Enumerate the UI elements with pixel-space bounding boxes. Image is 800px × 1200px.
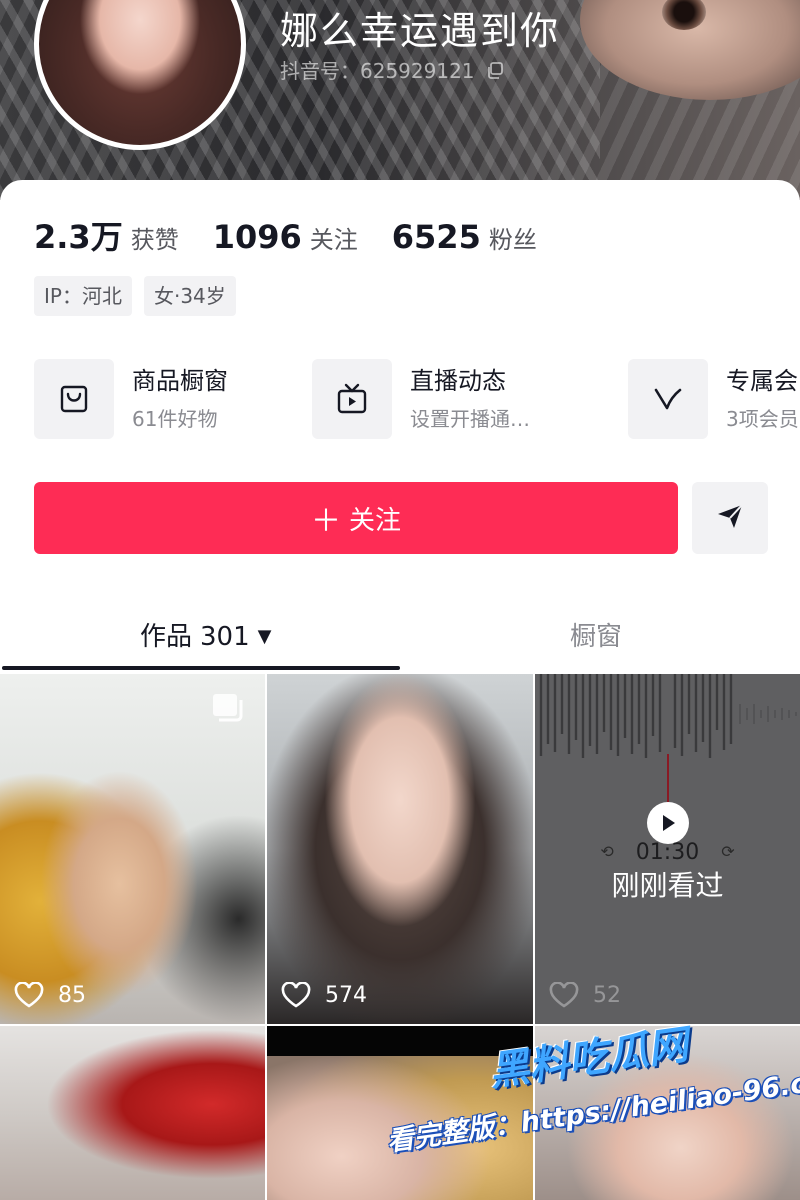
stat-followers-value: 6525 [391,218,481,256]
share-button[interactable] [692,482,768,554]
tv-live-icon [312,359,392,439]
profile-tags: IP：河北 女·34岁 [34,276,248,316]
stats-row: 2.3万 获赞 1096 关注 6525 粉丝 [34,212,571,258]
tab-window[interactable]: 橱窗 [570,616,622,653]
shopping-bag-icon [34,359,114,439]
video-likes-count: 574 [325,982,367,1008]
video-likes-count: 52 [593,982,621,1008]
video-item[interactable] [0,1026,265,1200]
video-duration: ⟲ 01:30 ⟳ [535,840,800,865]
douyin-id-value: 625929121 [360,59,475,83]
douyin-id[interactable]: 抖音号：625929121 [280,55,505,85]
tab-works[interactable]: 作品 301 ▼ [140,616,272,653]
heart-icon [14,982,44,1008]
rewind-icon[interactable]: ⟲ [600,842,613,861]
feature-membership-sub: 3项会员 [726,407,799,431]
video-item[interactable]: 85 [0,674,265,1024]
douyin-id-label: 抖音号： [280,59,360,83]
audio-waveform [539,674,797,758]
copy-icon[interactable] [485,60,505,85]
v-membership-icon [628,359,708,439]
stat-followers-label: 粉丝 [488,226,537,254]
tag-ip-location: IP：河北 [34,276,132,316]
video-likes: 85 [14,982,86,1008]
video-item[interactable]: 574 [267,674,533,1024]
caret-down-icon[interactable]: ▼ [258,626,272,647]
tab-works-count: 301 [200,622,250,652]
stat-likes-label: 获赞 [130,226,179,254]
feature-membership[interactable]: 专属会 3项会员 [628,358,799,440]
video-likes: 574 [281,982,367,1008]
stat-following-label: 关注 [309,226,358,254]
profile-banner: 娜么幸运遇到你 抖音号：625929121 [0,0,800,200]
forward-icon[interactable]: ⟳ [721,842,734,861]
content-tabs: 作品 301 ▼ 橱窗 [0,600,800,674]
follow-button-label: 关注 [348,505,401,536]
video-duration-text: 01:30 [635,840,700,865]
tab-works-label: 作品 [140,622,193,652]
stat-following[interactable]: 1096 关注 [213,218,358,256]
active-tab-indicator [2,666,400,670]
video-likes-count: 85 [58,982,86,1008]
tag-gender-age: 女·34岁 [143,276,236,316]
stat-likes[interactable]: 2.3万 获赞 [34,212,179,258]
video-item-recently-watched[interactable]: ⟲ 01:30 ⟳ 刚刚看过 52 [535,674,800,1024]
video-likes: 52 [549,982,621,1008]
feature-live-updates-title: 直播动态 [410,367,506,395]
stat-likes-value: 2.3万 [34,218,123,256]
feature-shop-window[interactable]: 商品橱窗 61件好物 [34,358,228,440]
multi-image-icon [211,692,245,726]
follow-button[interactable]: ＋ 关注 [34,482,678,554]
feature-membership-title: 专属会 [726,367,798,395]
stat-following-value: 1096 [212,218,302,256]
feature-entries: 商品橱窗 61件好物 直播动态 设置开播通… 专属会 3项会员 [34,358,800,440]
heart-icon [281,982,311,1008]
feature-live-updates-sub: 设置开播通… [410,407,530,431]
play-icon[interactable] [647,802,689,844]
send-icon [715,501,745,535]
heart-icon [549,982,579,1008]
stat-followers[interactable]: 6525 粉丝 [392,218,537,256]
feature-shop-window-sub: 61件好物 [132,407,218,431]
feature-shop-window-title: 商品橱窗 [132,367,228,395]
plus-icon: ＋ [310,504,341,539]
recently-watched-label: 刚刚看过 [611,869,724,902]
feature-live-updates[interactable]: 直播动态 设置开播通… [312,358,530,440]
profile-username: 娜么幸运遇到你 [280,9,561,53]
